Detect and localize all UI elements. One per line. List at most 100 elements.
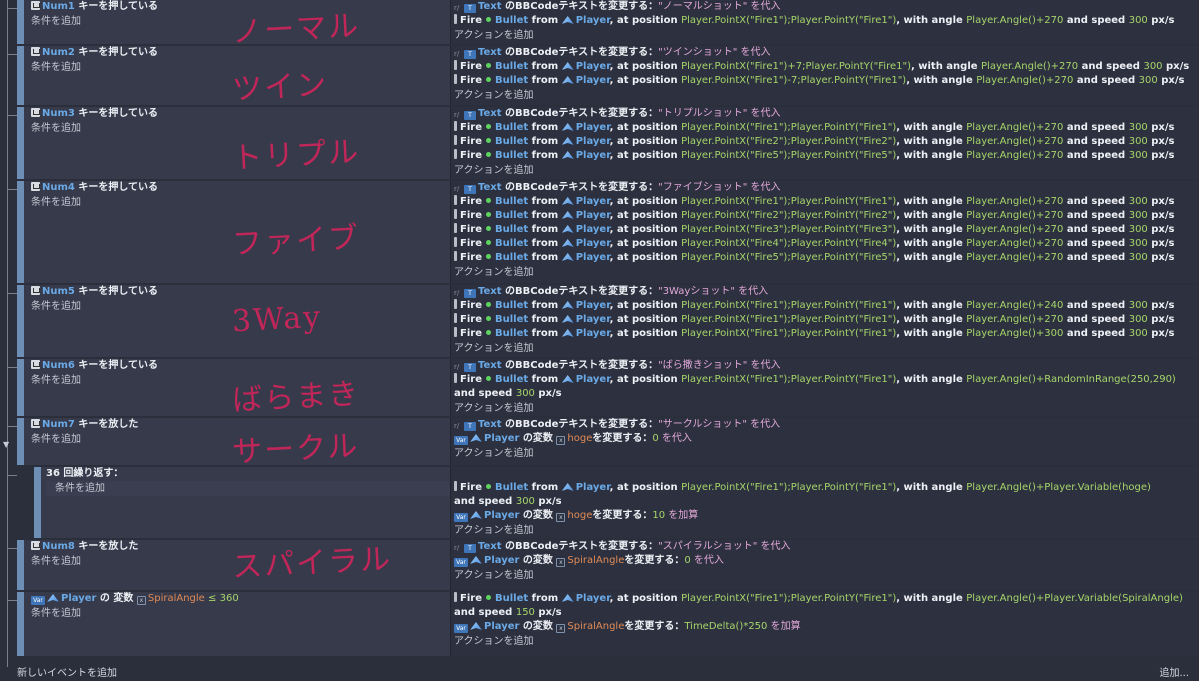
- event-bar[interactable]: [17, 359, 24, 416]
- event-block[interactable]: 36 回繰り返す： 条件を追加 Fire Bullet from Player, at…: [34, 467, 1199, 538]
- action-change-variable[interactable]: Var Player の変数 x SpiralAngleを変更する：0 を代入: [451, 554, 1199, 568]
- variable-name: SpiralAngle: [147, 593, 205, 604]
- action-fire[interactable]: Fire Bullet from Player, at position Play…: [451, 14, 1199, 28]
- action-set-text[interactable]: r/T Text のBBCodeテキストを変更する："サークルショット" を代入: [451, 418, 1199, 432]
- condition-key[interactable]: Num4 キーを押している: [24, 181, 449, 195]
- event-bar[interactable]: [17, 592, 24, 656]
- action-change-variable[interactable]: Var Player の変数 x hogeを変更する：10 を加算: [451, 509, 1199, 523]
- add-condition-button[interactable]: 条件を追加: [46, 481, 464, 496]
- action-set-text[interactable]: r/T Text のBBCodeテキストを変更する："スパイラルショット" を代入: [451, 540, 1199, 554]
- event-block[interactable]: Num5 キーを押している 条件を追加 r/T Text のBBCodeテキストを変更…: [17, 285, 1199, 357]
- add-condition-button[interactable]: 条件を追加: [24, 606, 449, 621]
- event-bar[interactable]: [34, 467, 41, 538]
- event-block[interactable]: Num3 キーを押している 条件を追加 r/T Text のBBCodeテキストを変更…: [17, 107, 1199, 179]
- player-icon: [47, 594, 59, 602]
- action-fire[interactable]: Fire Bullet from Player, at position Play…: [451, 313, 1199, 327]
- event-bar[interactable]: [17, 285, 24, 357]
- action-change-variable[interactable]: Var Player の変数 x SpiralAngleを変更する：TimeDelt…: [451, 620, 1199, 634]
- action-fire[interactable]: Fire Bullet from Player, at position Play…: [451, 74, 1199, 88]
- player-icon: [561, 225, 574, 233]
- collapse-arrow-icon[interactable]: ▼: [3, 440, 9, 449]
- event-bar[interactable]: [17, 107, 24, 179]
- keyword: px/s: [1147, 15, 1175, 26]
- event-bar[interactable]: [17, 418, 24, 465]
- add-action-button[interactable]: アクションを追加: [451, 341, 1199, 356]
- condition-key[interactable]: Num3 キーを押している: [24, 107, 449, 121]
- position-expression: Player.PointX("Fire1");Player.PointY("Fi…: [681, 300, 897, 311]
- add-more-link[interactable]: 追加...: [1159, 664, 1189, 679]
- action-set-text[interactable]: r/T Text のBBCodeテキストを変更する："ツインショット" を代入: [451, 46, 1199, 60]
- action-fire[interactable]: Fire Bullet from Player, at position Play…: [451, 481, 1199, 509]
- action-fire[interactable]: Fire Bullet from Player, at position Play…: [451, 251, 1199, 265]
- action-verb: Fire: [460, 210, 482, 221]
- action-set-text[interactable]: r/T Text のBBCodeテキストを変更する："3Wayショット" を代入: [451, 285, 1199, 299]
- action-fire[interactable]: Fire Bullet from Player, at position Play…: [451, 149, 1199, 163]
- object-name: Player: [575, 593, 610, 604]
- action-fire[interactable]: Fire Bullet from Player, at position Play…: [451, 209, 1199, 223]
- action-fire[interactable]: Fire Bullet from Player, at position Play…: [451, 223, 1199, 237]
- add-action-button[interactable]: アクションを追加: [451, 401, 1199, 416]
- action-fire[interactable]: Fire Bullet from Player, at position Play…: [451, 60, 1199, 74]
- add-action-button[interactable]: アクションを追加: [451, 634, 1199, 649]
- add-action-button[interactable]: アクションを追加: [451, 568, 1199, 583]
- action-fire[interactable]: Fire Bullet from Player, at position Play…: [451, 237, 1199, 251]
- event-bar[interactable]: [17, 0, 24, 44]
- event-block[interactable]: Num6 キーを押している 条件を追加 r/T Text のBBCodeテキストを変更…: [17, 359, 1199, 416]
- event-bar[interactable]: [17, 540, 24, 590]
- keyword: px/s: [1147, 238, 1175, 249]
- repeat-title[interactable]: 36 回繰り返す：: [41, 467, 466, 481]
- add-action-button[interactable]: アクションを追加: [451, 88, 1199, 103]
- event-block[interactable]: Num7 キーを放した 条件を追加 r/T Text のBBCodeテキストを変更する…: [17, 418, 1199, 465]
- event-block[interactable]: Num1 キーを押している 条件を追加 r/T Text のBBCodeテキストを変更…: [17, 0, 1199, 44]
- keyword: and speed: [454, 607, 516, 618]
- action-change-variable[interactable]: Var Player の変数 x hogeを変更する：0 を代入: [451, 432, 1199, 446]
- add-action-button[interactable]: アクションを追加: [451, 28, 1199, 43]
- string-value: "トリプルショット": [658, 108, 748, 119]
- action-set-text[interactable]: r/T Text のBBCodeテキストを変更する："ノーマルショット" を代入: [451, 0, 1199, 14]
- actions-column: r/T Text のBBCodeテキストを変更する："3Wayショット" を代入 F…: [450, 285, 1199, 357]
- player-icon: [561, 239, 574, 247]
- action-fire[interactable]: Fire Bullet from Player, at position Play…: [451, 135, 1199, 149]
- keyword: from: [528, 238, 562, 249]
- condition-key[interactable]: Num6 キーを押している: [24, 359, 449, 373]
- event-bar[interactable]: [17, 181, 24, 283]
- action-fire[interactable]: Fire Bullet from Player, at position Play…: [451, 592, 1199, 620]
- key-name: Num6: [42, 360, 75, 371]
- keyword: , with angle: [906, 75, 977, 86]
- keyboard-icon: [31, 419, 40, 428]
- event-block[interactable]: Num2 キーを押している 条件を追加 r/T Text のBBCodeテキストを変更…: [17, 46, 1199, 105]
- bullet-icon: [485, 595, 491, 600]
- event-block[interactable]: Num4 キーを押している 条件を追加 r/T Text のBBCodeテキストを変更…: [17, 181, 1199, 283]
- action-fire[interactable]: Fire Bullet from Player, at position Play…: [451, 121, 1199, 135]
- object-name: Player: [575, 136, 610, 147]
- event-bar[interactable]: [17, 46, 24, 105]
- add-event-link[interactable]: 新しいイベントを追加: [17, 664, 117, 679]
- condition-key[interactable]: Num5 キーを押している: [24, 285, 449, 299]
- action-fire[interactable]: Fire Bullet from Player, at position Play…: [451, 299, 1199, 313]
- keyword: を変更する：: [624, 621, 685, 632]
- event-block[interactable]: Var Player の 変数 x SpiralAngle ≤ 360 条件を追加 Fi…: [17, 592, 1199, 656]
- condition-text: キーを放した: [74, 419, 139, 430]
- action-set-text[interactable]: r/T Text のBBCodeテキストを変更する："トリプルショット" を代入: [451, 107, 1199, 121]
- action-set-text[interactable]: r/T Text のBBCodeテキストを変更する："ばら撒きショット" を代入: [451, 359, 1199, 373]
- text-object-icon: T: [464, 363, 476, 372]
- condition-variable[interactable]: Var Player の 変数 x SpiralAngle ≤ 360: [24, 592, 449, 606]
- action-fire[interactable]: Fire Bullet from Player, at position Play…: [451, 373, 1199, 401]
- condition-key[interactable]: Num2 キーを押している: [24, 46, 449, 60]
- operator: を代入: [757, 541, 791, 552]
- action-set-text[interactable]: r/T Text のBBCodeテキストを変更する："ファイブショット" を代入: [451, 181, 1199, 195]
- condition-text: キーを押している: [74, 182, 159, 193]
- string-value: "ツインショット": [658, 47, 738, 58]
- add-action-button[interactable]: アクションを追加: [451, 446, 1199, 461]
- action-fire[interactable]: Fire Bullet from Player, at position Play…: [451, 195, 1199, 209]
- speed-value: 300: [1128, 15, 1148, 26]
- add-action-button[interactable]: アクションを追加: [451, 265, 1199, 280]
- event-block[interactable]: Num8 キーを放した 条件を追加 r/T Text のBBCodeテキストを変更する…: [17, 540, 1199, 590]
- add-action-button[interactable]: アクションを追加: [451, 163, 1199, 178]
- string-value: "ばら撒きショット": [658, 360, 748, 371]
- variable-tag-icon: x: [556, 558, 566, 567]
- action-fire[interactable]: Fire Bullet from Player, at position Play…: [451, 327, 1199, 341]
- add-action-button[interactable]: アクションを追加: [451, 523, 1199, 538]
- add-condition-button[interactable]: 条件を追加: [24, 195, 449, 210]
- angle-expression: Player.Angle()+270: [966, 150, 1064, 161]
